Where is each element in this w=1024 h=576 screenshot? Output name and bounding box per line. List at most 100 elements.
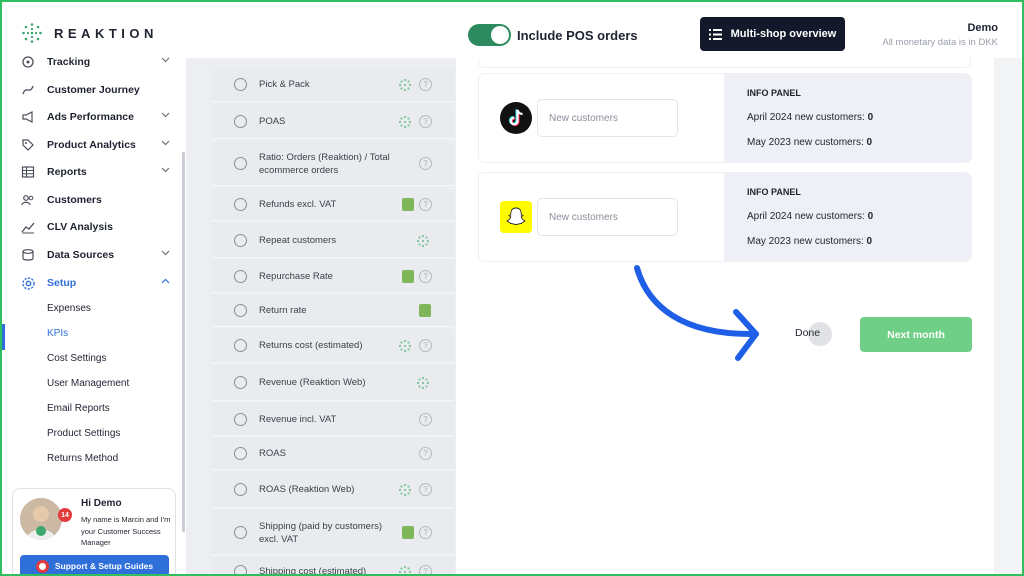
info-line-april: April 2024 new customers: 0 [747, 211, 874, 222]
reaktion-source-icon [417, 234, 429, 247]
support-guides-label: Support & Setup Guides [54, 561, 154, 571]
sidebar-scrollbar[interactable] [182, 152, 185, 532]
sidebar-subitem-product-settings[interactable]: Product Settings [47, 428, 120, 439]
sidebar-item-product-analytics[interactable]: Product Analytics [20, 135, 170, 155]
top-bar: REAKTION Include POS orders Multi-shop o… [0, 0, 1024, 58]
info-panel-title: INFO PANEL [747, 187, 801, 197]
sidebar-item-label: Product Analytics [47, 139, 136, 151]
sidebar-subitem-kpis[interactable]: KPIs [47, 328, 68, 339]
sidebar-item-setup[interactable]: Setup [20, 273, 170, 293]
kpi-row[interactable]: Revenue (Reaktion Web) [212, 365, 454, 401]
help-icon[interactable]: ? [419, 339, 432, 352]
active-indicator [2, 324, 5, 350]
shopify-source-icon [402, 198, 414, 211]
kpi-radio[interactable] [234, 565, 247, 576]
sidebar-item-data-sources[interactable]: Data Sources [20, 245, 170, 265]
kpi-row[interactable]: Return rate [212, 295, 454, 327]
support-guides-button[interactable]: Support & Setup Guides [20, 555, 169, 576]
kpi-row[interactable]: Shipping (paid by customers) excl. VAT? [212, 510, 454, 555]
kpi-row[interactable]: Ratio: Orders (Reaktion) / Total ecommer… [212, 142, 454, 186]
kpi-radio[interactable] [234, 447, 247, 460]
sidebar-subitem-email-reports[interactable]: Email Reports [47, 403, 110, 414]
card-edge [478, 58, 971, 68]
help-icon[interactable]: ? [419, 565, 432, 576]
kpi-label: Shipping (paid by customers) excl. VAT [259, 520, 383, 545]
list-icon [708, 28, 722, 40]
kpi-radio[interactable] [234, 376, 247, 389]
kpi-radio[interactable] [234, 78, 247, 91]
kpi-radio[interactable] [234, 157, 247, 170]
reaktion-source-icon [399, 340, 411, 352]
new-customers-input[interactable]: New customers [537, 198, 678, 236]
help-icon[interactable]: ? [419, 115, 432, 128]
new-customers-input[interactable]: New customers [537, 99, 678, 137]
user-menu[interactable]: Demo All monetary data is in DKK [882, 22, 998, 48]
pos-orders-toggle[interactable]: Include POS orders [468, 24, 638, 46]
kpi-radio[interactable] [234, 233, 247, 247]
kpi-row[interactable]: ROAS (Reaktion Web)? [212, 472, 454, 508]
kpi-radio[interactable] [234, 412, 247, 426]
sidebar-item-ads-performance[interactable]: Ads Performance [20, 107, 170, 127]
multishop-label: Multi-shop overview [730, 28, 837, 40]
sidebar-subitem-user-management[interactable]: User Management [47, 378, 129, 389]
help-icon[interactable]: ? [419, 198, 432, 211]
megaphone-icon [20, 109, 36, 125]
app-logo[interactable]: REAKTION [22, 23, 158, 43]
gear-icon [20, 275, 36, 291]
tag-icon [20, 137, 36, 153]
kpi-row[interactable]: Pick & Pack? [212, 68, 454, 102]
kpi-radio[interactable] [234, 525, 247, 539]
kpi-radio[interactable] [234, 304, 247, 317]
reaktion-source-icon [399, 116, 411, 128]
help-icon[interactable]: ? [419, 483, 432, 496]
sidebar-subitem-expenses[interactable]: Expenses [47, 303, 91, 314]
sidebar-subitem-cost-settings[interactable]: Cost Settings [47, 353, 106, 364]
multishop-overview-button[interactable]: Multi-shop overview [700, 17, 845, 51]
sidebar-item-clv-analysis[interactable]: CLV Analysis [20, 217, 170, 237]
help-icon[interactable]: ? [419, 157, 432, 170]
next-month-button[interactable]: Next month [860, 317, 972, 352]
kpi-radio[interactable] [234, 198, 247, 211]
sidebar-subitem-returns-method[interactable]: Returns Method [47, 453, 118, 464]
brand-name: REAKTION [54, 25, 158, 41]
promo-text: My name is Marcin and I'm your Customer … [81, 515, 171, 547]
help-icon[interactable]: ? [419, 269, 432, 283]
reaktion-logo-icon [22, 23, 42, 43]
info-panel: INFO PANEL April 2024 new customers: 0 M… [724, 173, 972, 261]
pointer-arrow-icon [634, 265, 759, 361]
kpi-label: Shipping cost (estimated) [259, 566, 367, 576]
help-icon[interactable]: ? [419, 412, 432, 426]
kpi-row[interactable]: Refunds excl. VAT? [212, 189, 454, 221]
reaktion-source-icon [399, 484, 411, 496]
kpi-label: Ratio: Orders (Reaktion) / Total ecommer… [259, 152, 390, 176]
kpi-row[interactable]: Shipping cost (estimated)? [212, 557, 454, 576]
kpi-radio[interactable] [234, 339, 247, 352]
help-icon[interactable]: ? [419, 525, 432, 539]
channel-card-tiktok: New customers INFO PANEL April 2024 new … [478, 73, 972, 163]
reaktion-source-icon [399, 566, 411, 576]
shopify-source-icon [419, 304, 431, 317]
shopify-source-icon [402, 269, 414, 283]
done-button[interactable]: Done [795, 327, 820, 339]
toggle-knob [491, 26, 509, 44]
toggle-switch[interactable] [468, 24, 511, 46]
sidebar-item-tracking[interactable]: Tracking [20, 52, 170, 72]
kpi-radio[interactable] [234, 483, 247, 496]
kpi-row[interactable]: Revenue incl. VAT? [212, 403, 454, 436]
sidebar-item-reports[interactable]: Reports [20, 162, 170, 182]
info-panel-title: INFO PANEL [747, 88, 801, 98]
kpi-row[interactable]: Repeat customers [212, 223, 454, 258]
kpi-radio[interactable] [234, 269, 247, 283]
kpi-label: ROAS (Reaktion Web) [259, 484, 355, 495]
currency-note: All monetary data is in DKK [882, 37, 998, 48]
kpi-row[interactable]: POAS? [212, 105, 454, 139]
kpi-row[interactable]: Returns cost (estimated)? [212, 329, 454, 363]
chevron-down-icon [161, 57, 170, 63]
kpi-row[interactable]: ROAS? [212, 438, 454, 470]
help-icon[interactable]: ? [419, 447, 432, 460]
help-icon[interactable]: ? [419, 78, 432, 91]
kpi-row[interactable]: Repurchase Rate? [212, 260, 454, 293]
sidebar-item-customers[interactable]: Customers [20, 190, 170, 210]
sidebar-item-customer-journey[interactable]: Customer Journey [20, 80, 170, 100]
kpi-radio[interactable] [234, 115, 247, 128]
